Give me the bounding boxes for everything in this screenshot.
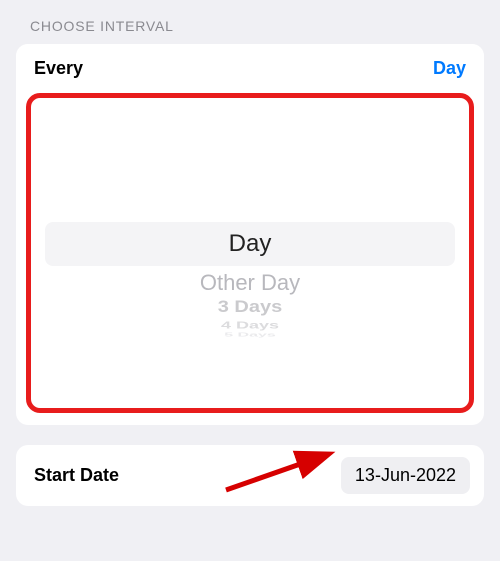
start-date-value[interactable]: 13-Jun-2022 <box>341 457 470 494</box>
picker-option[interactable]: 3 Days <box>45 298 455 318</box>
interval-row[interactable]: Every Day <box>16 44 484 93</box>
picker-option[interactable]: 5 Days <box>45 332 455 338</box>
picker-option[interactable]: Other Day <box>45 270 455 296</box>
picker-highlight-box: Day Other Day 3 Days 4 Days 5 Days <box>26 93 474 413</box>
start-date-label: Start Date <box>34 465 119 486</box>
picker-selected-row[interactable]: Day <box>45 222 455 266</box>
interval-card: Every Day Day Other Day 3 Days 4 Days 5 … <box>16 44 484 425</box>
interval-picker[interactable]: Day Other Day 3 Days 4 Days 5 Days <box>45 126 455 390</box>
picker-option-selected: Day <box>229 230 272 258</box>
start-date-row[interactable]: Start Date 13-Jun-2022 <box>16 445 484 506</box>
interval-value: Day <box>433 58 466 79</box>
section-header: CHOOSE INTERVAL <box>16 18 484 34</box>
interval-label: Every <box>34 58 83 79</box>
start-date-card: Start Date 13-Jun-2022 <box>16 445 484 506</box>
picker-option[interactable]: 4 Days <box>45 320 455 332</box>
